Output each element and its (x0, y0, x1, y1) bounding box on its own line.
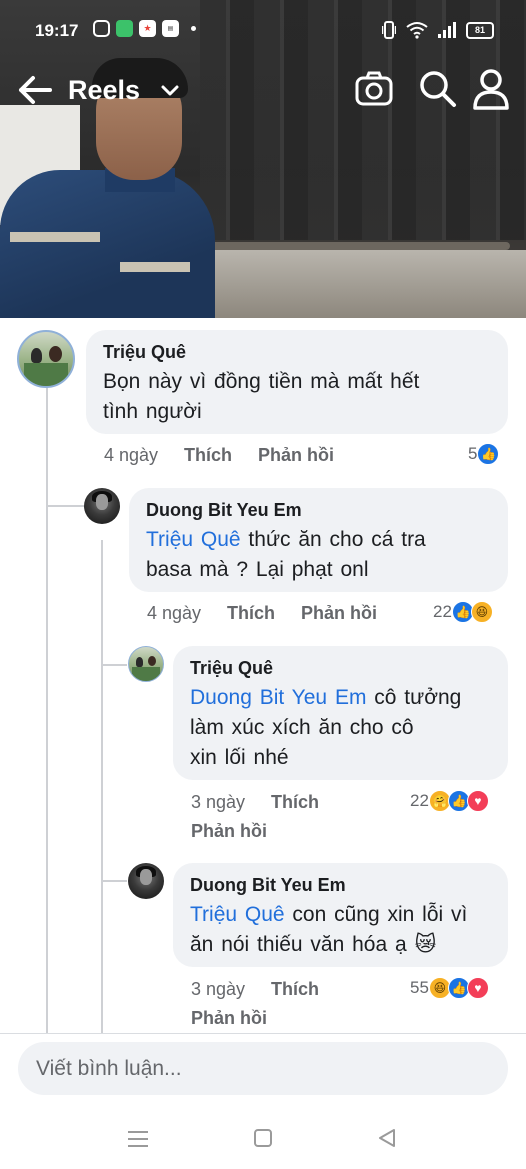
comment-author[interactable]: Duong Bit Yeu Em (190, 874, 492, 896)
thread-line (46, 505, 84, 507)
comment-meta: 4 ngày Thích Phản hồi (104, 445, 334, 466)
comment-text: Triệu Quê thức ăn cho cá tra basa mà ? L… (146, 525, 492, 585)
like-reaction-icon: 👍 (477, 443, 500, 465)
mention-link[interactable]: Duong Bit Yeu Em (190, 686, 366, 709)
chevron-down-icon[interactable] (160, 82, 180, 100)
thread-line (101, 540, 103, 1034)
comment-meta: Phản hồi (191, 821, 267, 842)
status-right: 81 (382, 21, 494, 39)
like-button[interactable]: Thích (184, 445, 232, 466)
reply-button[interactable]: Phản hồi (258, 445, 334, 466)
mention-link[interactable]: Triệu Quê (190, 903, 285, 926)
comments-section: Triệu Quê Bọn này vì đồng tiền mà mất hế… (0, 318, 526, 1034)
divider (0, 1033, 526, 1034)
video-background (200, 242, 510, 250)
reaction-count: 22 (410, 791, 429, 810)
status-bar: 19:17 ★ ▤ 81 (0, 0, 526, 62)
reply-button[interactable]: Phản hồi (191, 1008, 267, 1029)
video-person (10, 232, 100, 242)
love-reaction-icon: ♥ (466, 790, 489, 812)
love-reaction-icon: ♥ (466, 977, 489, 999)
reaction-count: 55 (410, 978, 429, 997)
like-button[interactable]: Thích (271, 979, 319, 1000)
comment-text: Bọn này vì đồng tiền mà mất hết tình ngư… (103, 370, 420, 423)
comment-bubble: Duong Bit Yeu Em Triệu Quê con cũng xin … (173, 863, 508, 967)
comment-text: Triệu Quê con cũng xin lỗi vì ăn nói thi… (190, 900, 492, 960)
back-icon[interactable] (376, 1127, 398, 1149)
avatar[interactable] (128, 863, 164, 899)
haha-reaction-icon: 😆 (470, 601, 493, 623)
reaction-summary[interactable]: 55 😆 👍 ♥ (410, 977, 489, 999)
instagram-icon (93, 20, 110, 37)
reel-video[interactable]: 19:17 ★ ▤ 81 Reels (0, 0, 526, 318)
app-notification-icon (116, 20, 133, 37)
camera-icon[interactable] (354, 70, 394, 108)
thread-line (46, 386, 48, 1034)
avatar[interactable] (84, 488, 120, 524)
battery-icon: 81 (466, 21, 494, 39)
like-button[interactable]: Thích (227, 603, 275, 624)
comment-meta: 4 ngày Thích Phản hồi (147, 603, 377, 624)
signal-icon (438, 22, 456, 38)
comment-text: Duong Bit Yeu Em cô tưởng làm xúc xích ă… (190, 683, 492, 773)
comment-time[interactable]: 3 ngày (191, 792, 245, 813)
comment-author[interactable]: Triệu Quê (190, 657, 492, 679)
wifi-icon (406, 22, 428, 39)
profile-icon[interactable] (472, 68, 510, 110)
mention-link[interactable]: Triệu Quê (146, 528, 241, 551)
reels-header: Reels (0, 62, 526, 120)
status-time: 19:17 (35, 21, 79, 40)
notification-icons: ★ ▤ (93, 20, 196, 37)
home-icon[interactable] (253, 1128, 273, 1148)
comment-meta: 3 ngày Thích (191, 792, 319, 813)
comment-meta: Phản hồi (191, 1008, 267, 1029)
recent-apps-icon[interactable] (126, 1128, 150, 1150)
thread-line (101, 880, 127, 882)
comment-time[interactable]: 3 ngày (191, 979, 245, 1000)
comment-author[interactable]: Triệu Quê (103, 341, 492, 363)
avatar[interactable] (17, 330, 75, 388)
reaction-count: 22 (433, 602, 452, 621)
system-nav-bar (0, 1110, 526, 1169)
reply-button[interactable]: Phản hồi (191, 821, 267, 842)
reply-button[interactable]: Phản hồi (301, 603, 377, 624)
video-person (0, 170, 215, 318)
comment-bubble: Triệu Quê Bọn này vì đồng tiền mà mất hế… (86, 330, 508, 434)
reaction-count: 5 (468, 444, 478, 463)
back-arrow-icon[interactable] (16, 74, 54, 106)
star-app-icon: ★ (139, 20, 156, 37)
avatar[interactable] (128, 646, 164, 682)
news-app-icon: ▤ (162, 20, 179, 37)
reaction-summary[interactable]: 5 👍 (468, 443, 500, 465)
search-icon[interactable] (418, 69, 458, 109)
comment-time[interactable]: 4 ngày (104, 445, 158, 466)
comment-author[interactable]: Duong Bit Yeu Em (146, 499, 492, 521)
comment-meta: 3 ngày Thích (191, 979, 319, 1000)
comment-input[interactable]: Viết bình luận... (18, 1042, 508, 1095)
reaction-summary[interactable]: 22 👍 😆 (433, 601, 493, 623)
comment-bubble: Triệu Quê Duong Bit Yeu Em cô tưởng làm … (173, 646, 508, 780)
video-person (120, 262, 190, 272)
more-notifications-icon (191, 26, 196, 31)
comment-bubble: Duong Bit Yeu Em Triệu Quê thức ăn cho c… (129, 488, 508, 592)
like-button[interactable]: Thích (271, 792, 319, 813)
page-title[interactable]: Reels (68, 75, 140, 106)
video-background (200, 250, 526, 318)
comment-time[interactable]: 4 ngày (147, 603, 201, 624)
thread-line (101, 664, 127, 666)
reaction-summary[interactable]: 22 🤗 👍 ♥ (410, 790, 489, 812)
vibrate-icon (382, 21, 396, 39)
